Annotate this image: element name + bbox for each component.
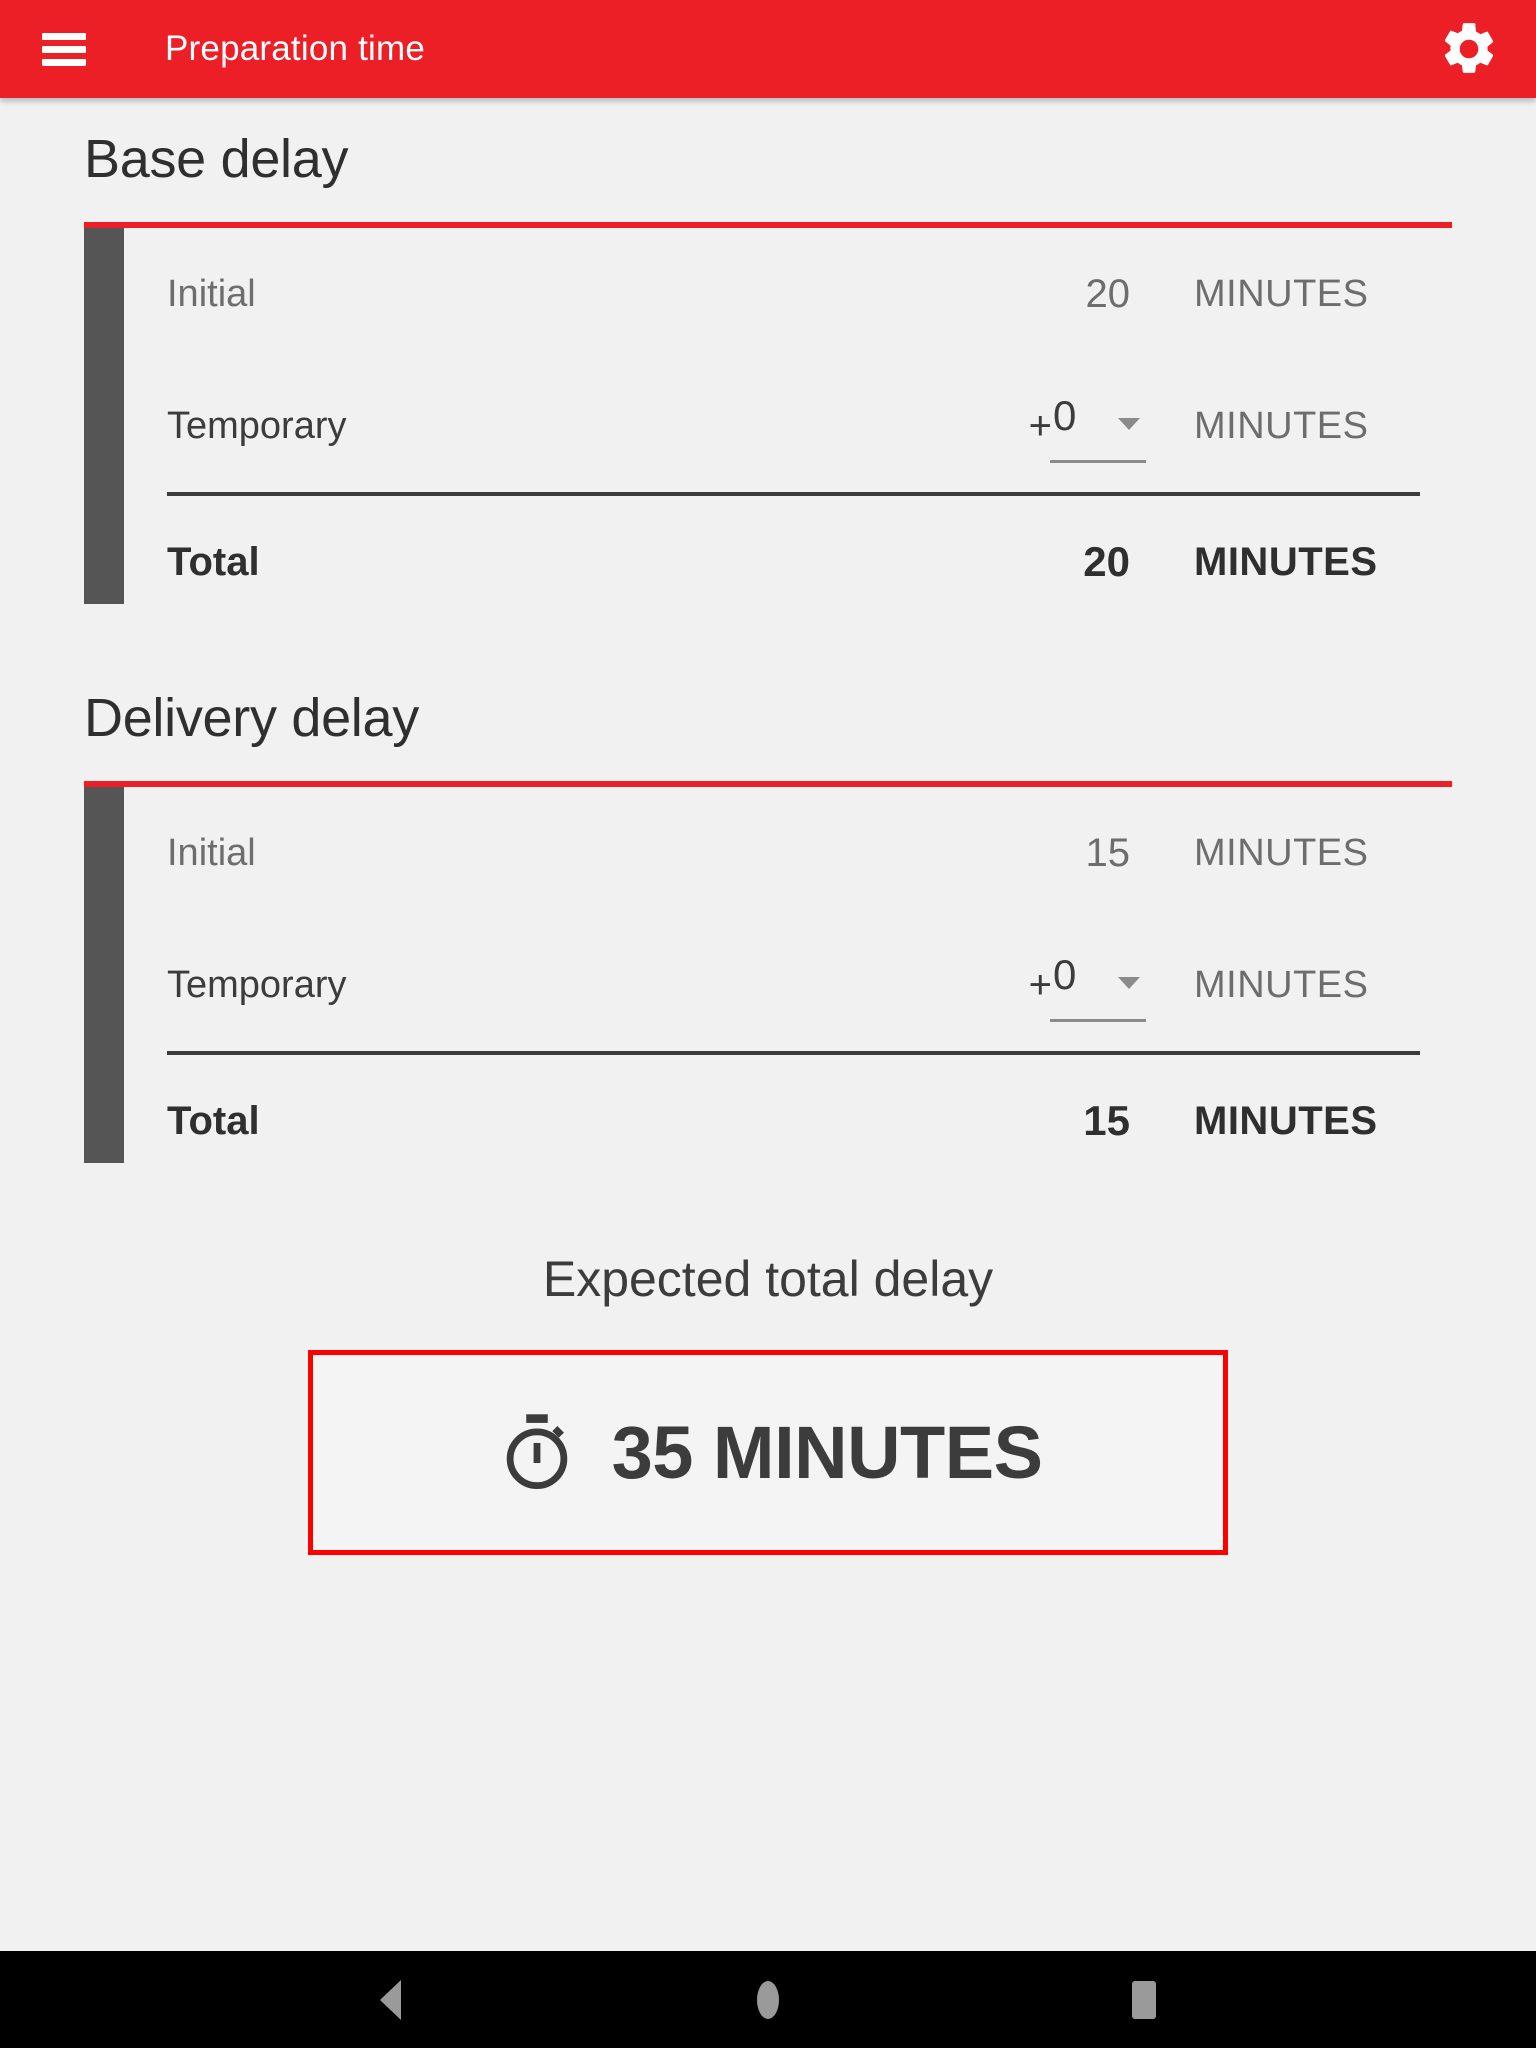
row-unit: MINUTES	[1194, 963, 1369, 1006]
home-circle-icon	[757, 1980, 779, 2019]
content-area: Base delay Initial 20 MINUTES Temporary …	[0, 98, 1536, 1951]
table-row-initial: Initial 15 MINUTES	[124, 787, 1452, 919]
row-unit: MINUTES	[1194, 1098, 1378, 1143]
home-button[interactable]	[708, 1951, 828, 2048]
plus-sign: +	[1028, 403, 1052, 448]
menu-line-3	[42, 59, 86, 66]
table-row-initial: Initial 20 MINUTES	[124, 228, 1452, 360]
table-row-total: Total 15 MINUTES	[124, 1055, 1452, 1187]
temporary-minutes-dropdown[interactable]: 0	[1050, 392, 1146, 463]
card-body: Initial 15 MINUTES Temporary + 0 MINUTES…	[124, 787, 1452, 1187]
row-unit: MINUTES	[1194, 539, 1378, 584]
row-label: Initial	[167, 831, 256, 874]
expected-total-delay-label: Expected total delay	[542, 1251, 994, 1307]
dropdown-value: 0	[1053, 392, 1077, 439]
chevron-down-icon	[1118, 977, 1140, 989]
card-delivery-delay: Initial 15 MINUTES Temporary + 0 MINUTES…	[84, 781, 1452, 1163]
row-unit: MINUTES	[1194, 272, 1369, 315]
row-unit: MINUTES	[1194, 404, 1369, 447]
card-base-delay: Initial 20 MINUTES Temporary + 0 MINUTES…	[84, 222, 1452, 604]
recents-square-icon	[1132, 1980, 1156, 2019]
hamburger-menu-icon[interactable]	[42, 27, 86, 71]
section-title-delivery-delay: Delivery delay	[84, 688, 419, 748]
row-value: 20	[1085, 271, 1131, 316]
stopwatch-icon	[494, 1410, 580, 1496]
card-left-accent-bar	[84, 787, 124, 1163]
recents-button[interactable]	[1084, 1951, 1204, 2048]
plus-sign: +	[1028, 962, 1052, 1007]
expected-total-delay-box[interactable]: 35 MINUTES	[308, 1350, 1228, 1555]
menu-line-1	[42, 33, 86, 40]
row-value: 15	[1085, 830, 1131, 875]
table-row-total: Total 20 MINUTES	[124, 496, 1452, 628]
app-root: Preparation time Base delay Initial 20 M…	[0, 0, 1536, 2048]
row-label: Total	[167, 539, 260, 584]
row-value: 20	[1083, 538, 1130, 585]
temporary-minutes-dropdown[interactable]: 0	[1050, 951, 1146, 1022]
table-row-temporary: Temporary + 0 MINUTES	[124, 919, 1452, 1051]
row-label: Total	[167, 1098, 260, 1143]
back-triangle-icon	[379, 1979, 401, 2020]
gear-icon[interactable]	[1438, 18, 1500, 80]
row-value: 15	[1083, 1097, 1130, 1144]
dropdown-value: 0	[1053, 951, 1077, 998]
menu-line-2	[42, 46, 86, 53]
chevron-down-icon	[1118, 418, 1140, 430]
row-label: Initial	[167, 272, 256, 315]
table-row-temporary: Temporary + 0 MINUTES	[124, 360, 1452, 492]
row-label: Temporary	[167, 963, 347, 1006]
row-label: Temporary	[167, 404, 347, 447]
app-bar: Preparation time	[0, 0, 1536, 98]
card-left-accent-bar	[84, 228, 124, 604]
row-unit: MINUTES	[1194, 831, 1369, 874]
section-title-base-delay: Base delay	[84, 129, 349, 189]
expected-total-delay-value: 35 MINUTES	[611, 1411, 1043, 1494]
system-navigation-bar	[0, 1951, 1536, 2048]
back-button[interactable]	[330, 1951, 450, 2048]
card-body: Initial 20 MINUTES Temporary + 0 MINUTES…	[124, 228, 1452, 628]
page-title: Preparation time	[165, 29, 425, 68]
